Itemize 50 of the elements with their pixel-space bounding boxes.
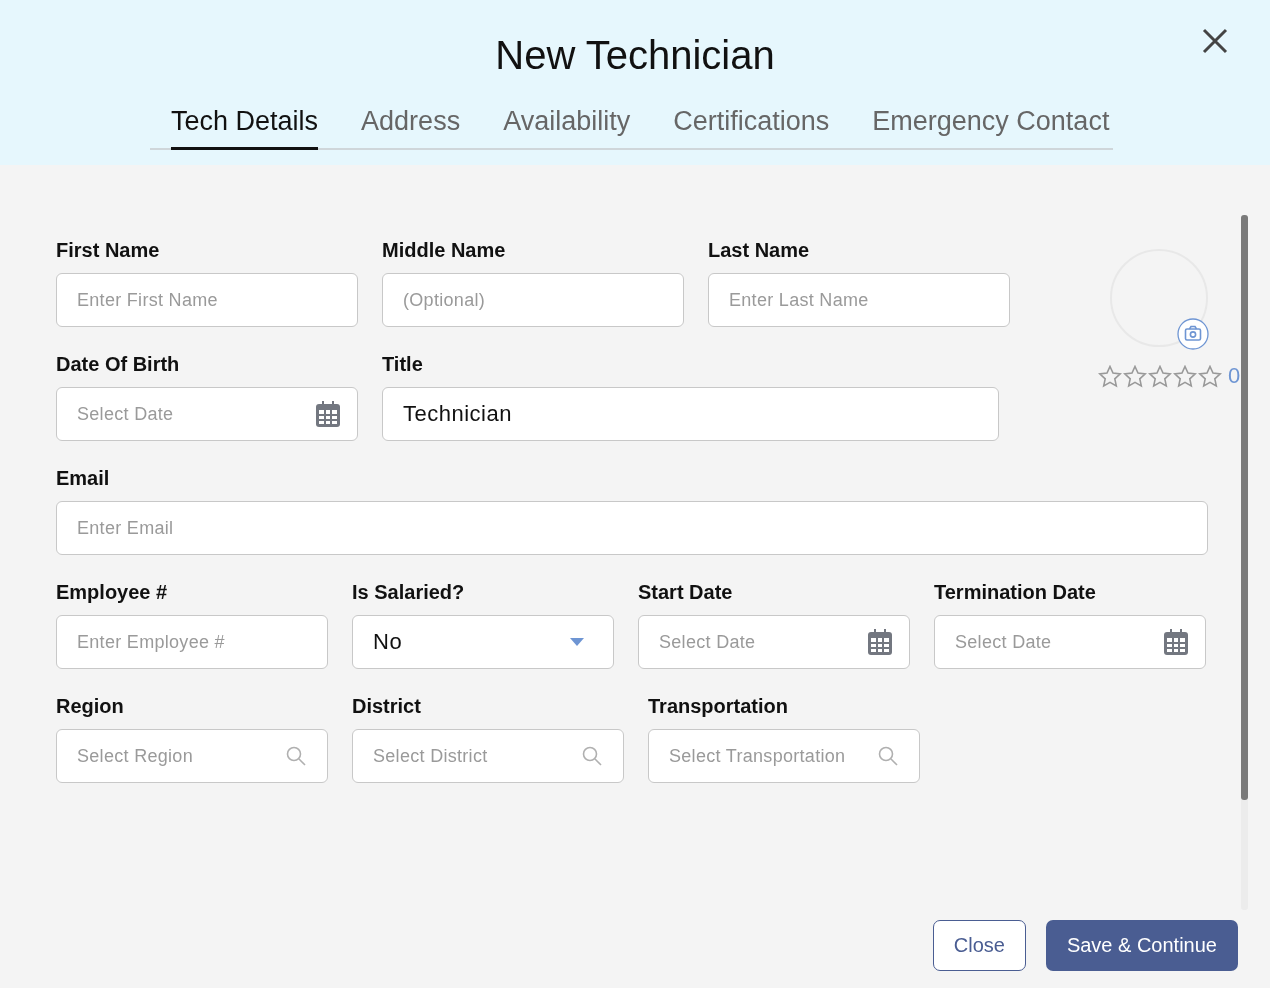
star-icon[interactable] bbox=[1098, 364, 1122, 388]
search-icon[interactable] bbox=[878, 746, 898, 766]
dialog-title: New Technician bbox=[495, 32, 775, 79]
star-icon[interactable] bbox=[1148, 364, 1172, 388]
star-icon[interactable] bbox=[1123, 364, 1147, 388]
close-icon[interactable] bbox=[1200, 26, 1230, 56]
rating-count: 0 bbox=[1228, 363, 1241, 389]
search-icon[interactable] bbox=[582, 746, 602, 766]
calendar-icon[interactable] bbox=[1164, 629, 1188, 655]
input-field[interactable]: Enter First Name bbox=[56, 273, 358, 327]
scrollbar[interactable] bbox=[1241, 215, 1248, 910]
field-label: District bbox=[352, 694, 422, 719]
input-field[interactable]: Enter Email bbox=[56, 501, 1208, 555]
field-label: Is Salaried? bbox=[352, 580, 466, 605]
field-label: Last Name bbox=[708, 238, 811, 263]
tab[interactable]: Tech Details bbox=[171, 106, 319, 150]
star-icon[interactable] bbox=[1198, 364, 1222, 388]
tab[interactable]: Emergency Contact bbox=[872, 106, 1110, 150]
field-label: Employee # bbox=[56, 580, 169, 605]
field-label: Region bbox=[56, 694, 125, 719]
camera-icon[interactable] bbox=[1177, 318, 1209, 350]
date-field[interactable]: Select Date bbox=[638, 615, 910, 669]
tab[interactable]: Availability bbox=[503, 106, 631, 150]
calendar-icon[interactable] bbox=[316, 401, 340, 427]
search-icon[interactable] bbox=[286, 746, 306, 766]
dropdown[interactable]: No bbox=[352, 615, 614, 669]
field-label: First Name bbox=[56, 238, 161, 263]
search-field[interactable]: Select Region bbox=[56, 729, 328, 783]
field-label: Email bbox=[56, 466, 111, 491]
input-field[interactable]: Enter Last Name bbox=[708, 273, 1010, 327]
caret-icon[interactable] bbox=[570, 638, 584, 646]
field-label: Date Of Birth bbox=[56, 352, 181, 377]
star-icon[interactable] bbox=[1173, 364, 1197, 388]
field-label: Title bbox=[382, 352, 424, 377]
input-field[interactable]: (Optional) bbox=[382, 273, 684, 327]
save-button[interactable]: Save & Continue bbox=[1045, 920, 1238, 971]
input-field[interactable]: Technician bbox=[382, 387, 999, 441]
field-label: Middle Name bbox=[382, 238, 507, 263]
field-label: Termination Date bbox=[934, 580, 1097, 605]
input-field[interactable]: Enter Employee # bbox=[56, 615, 328, 669]
tab[interactable]: Certifications bbox=[673, 106, 830, 150]
date-field[interactable]: Select Date bbox=[934, 615, 1206, 669]
date-field[interactable]: Select Date bbox=[56, 387, 358, 441]
tab[interactable]: Address bbox=[361, 106, 461, 150]
field-label: Start Date bbox=[638, 580, 734, 605]
search-field[interactable]: Select District bbox=[352, 729, 624, 783]
search-field[interactable]: Select Transportation bbox=[648, 729, 920, 783]
field-label: Transportation bbox=[648, 694, 789, 719]
close-button[interactable]: Close bbox=[932, 920, 1026, 971]
calendar-icon[interactable] bbox=[868, 629, 892, 655]
